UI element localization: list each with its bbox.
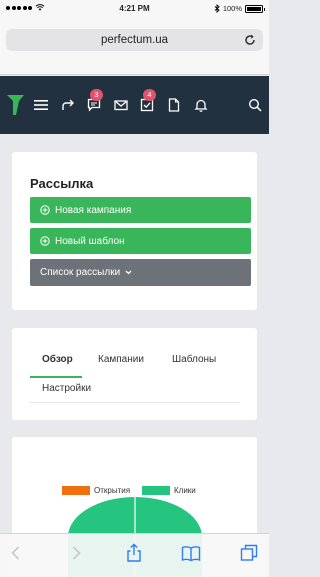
app-navbar: 3 4 <box>0 76 269 134</box>
tasks-nav-item[interactable]: 4 <box>140 89 156 112</box>
bookmarks-icon[interactable] <box>181 543 201 563</box>
bluetooth-icon <box>214 4 220 13</box>
messages-nav-item[interactable]: 3 <box>87 89 103 112</box>
tab-settings[interactable]: Настройки <box>42 383 91 394</box>
url-text: perfectum.ua <box>100 34 169 46</box>
mailing-title: Рассылка <box>30 176 94 191</box>
new-template-button[interactable]: Новый шаблон <box>30 228 251 254</box>
new-campaign-label: Новая кампания <box>55 204 132 216</box>
tabs-divider <box>30 402 240 403</box>
mailing-card: Рассылка Новая кампания Новый шаблон Спи… <box>12 152 257 310</box>
status-right: 100% <box>214 4 265 13</box>
hamburger-icon[interactable] <box>34 98 48 112</box>
forward-icon[interactable] <box>66 543 86 563</box>
plus-circle-icon <box>40 205 50 215</box>
share-icon[interactable] <box>124 543 144 563</box>
active-tab-indicator <box>30 376 82 378</box>
battery-percent: 100% <box>222 4 242 13</box>
status-bar: 4:21 PM 100% <box>0 0 269 18</box>
tab-templates[interactable]: Шаблоны <box>172 354 216 365</box>
reload-icon[interactable] <box>243 33 257 47</box>
logo-icon[interactable] <box>7 95 24 115</box>
tasks-badge: 4 <box>143 89 156 101</box>
tab-campaigns[interactable]: Кампании <box>98 354 144 365</box>
battery-icon <box>245 4 265 13</box>
chevron-down-icon <box>125 270 132 275</box>
mail-icon[interactable] <box>114 98 128 112</box>
share-arrow-icon[interactable] <box>61 98 75 112</box>
address-bar[interactable]: perfectum.ua <box>6 29 263 51</box>
document-icon[interactable] <box>167 98 181 112</box>
browser-address-area: perfectum.ua <box>0 18 269 75</box>
tabs-icon[interactable] <box>239 543 259 563</box>
bell-icon[interactable] <box>194 98 208 112</box>
new-campaign-button[interactable]: Новая кампания <box>30 197 251 223</box>
tab-overview[interactable]: Обзор <box>42 354 73 365</box>
browser-toolbar <box>0 533 269 577</box>
mailing-list-label: Список рассылки <box>40 267 121 278</box>
plus-circle-icon <box>40 236 50 246</box>
messages-badge: 3 <box>90 89 103 101</box>
search-icon[interactable] <box>248 98 262 112</box>
tabs-card: Обзор Кампании Шаблоны Настройки <box>12 328 257 420</box>
new-template-label: Новый шаблон <box>55 235 125 247</box>
mailing-list-dropdown[interactable]: Список рассылки <box>30 259 251 286</box>
back-icon[interactable] <box>6 543 26 563</box>
